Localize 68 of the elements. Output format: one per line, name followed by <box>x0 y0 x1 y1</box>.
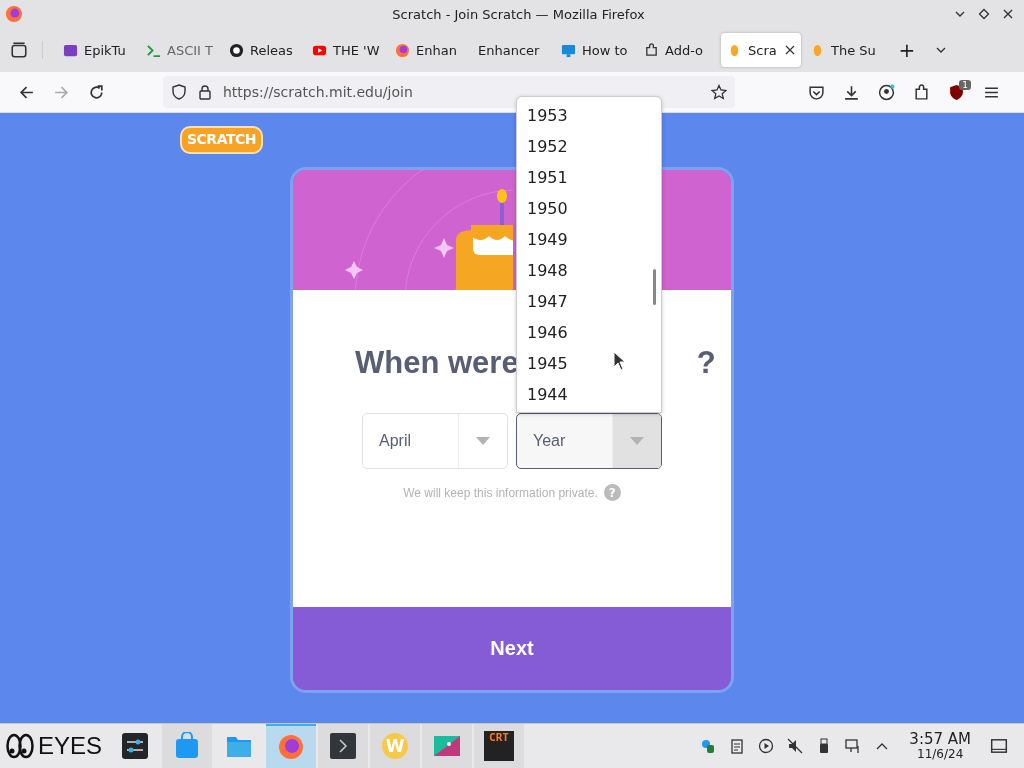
bookmark-star-icon[interactable] <box>711 84 727 100</box>
download-icon[interactable] <box>843 83 860 101</box>
window-title: Scratch - Join Scratch — Mozilla Firefox <box>391 6 646 22</box>
scrollbar-thumb[interactable] <box>653 269 656 305</box>
browser-tab[interactable]: Scra <box>721 33 801 67</box>
year-option[interactable]: 1951 <box>517 162 661 193</box>
year-option[interactable]: 1944 <box>517 379 661 410</box>
year-option[interactable]: 1947 <box>517 286 661 317</box>
year-option[interactable]: 1949 <box>517 224 661 255</box>
clipboard-icon[interactable] <box>729 738 746 754</box>
firefox-icon <box>5 5 23 23</box>
year-select[interactable]: Year <box>516 413 662 469</box>
browser-tab[interactable]: Enhancer <box>472 33 552 67</box>
next-button[interactable]: Next <box>293 607 731 690</box>
taskbar-app[interactable] <box>318 724 369 768</box>
browser-tab[interactable]: The Su <box>804 33 884 67</box>
close-icon[interactable] <box>1002 8 1014 20</box>
year-option[interactable]: 1946 <box>517 317 661 348</box>
mouse-pointer-icon <box>613 351 625 371</box>
year-option[interactable]: 1952 <box>517 131 661 162</box>
browser-tab[interactable]: How to <box>555 33 635 67</box>
privacy-note: We will keep this information private. <box>403 485 598 500</box>
launcher-button[interactable]: EYES <box>0 732 111 760</box>
lock-icon <box>197 84 213 100</box>
tab-list-icon[interactable] <box>10 41 43 59</box>
close-icon[interactable] <box>785 45 795 55</box>
play-icon[interactable] <box>758 738 775 754</box>
browser-tab[interactable]: Enhan <box>389 33 469 67</box>
app-icon <box>63 42 78 58</box>
caret-icon <box>476 437 490 445</box>
new-tab-button[interactable]: + <box>895 38 919 62</box>
chat-icon[interactable] <box>700 738 717 754</box>
maximize-icon[interactable] <box>978 8 990 20</box>
year-option[interactable]: 1948 <box>517 255 661 286</box>
year-option[interactable]: 1950 <box>517 193 661 224</box>
browser-tab[interactable]: Releas <box>223 33 303 67</box>
clock[interactable]: 3:57 AM 11/6/24 <box>909 731 971 761</box>
firefox-icon <box>277 733 306 761</box>
notification-badge: 1 <box>959 79 971 90</box>
terminal-icon <box>329 732 358 760</box>
shield-icon <box>171 84 187 100</box>
browser-tab[interactable]: EpikTu <box>57 33 137 67</box>
reload-icon[interactable] <box>88 83 105 101</box>
browser-tab[interactable]: THE 'W <box>306 33 386 67</box>
puzzle-icon <box>644 42 659 58</box>
puzzle-icon[interactable] <box>913 83 930 101</box>
browser-tab[interactable]: Add-o <box>638 33 718 67</box>
eyes-icon <box>6 733 34 759</box>
heading: ? <box>696 345 716 381</box>
prompt-icon <box>146 42 161 58</box>
app-icon: W <box>382 733 409 759</box>
caret-icon <box>630 437 644 445</box>
account-icon[interactable] <box>878 83 895 101</box>
browser-tab[interactable]: ASCII T <box>140 33 220 67</box>
sliders-icon <box>121 732 150 760</box>
show-desktop-icon[interactable] <box>990 737 1008 755</box>
firefox-icon <box>395 42 410 58</box>
app-icon: CRT <box>484 731 515 761</box>
shield-icon[interactable] <box>948 83 965 101</box>
address-bar[interactable]: https://scratch.mit.edu/join <box>163 76 735 108</box>
monitor-icon <box>561 42 576 58</box>
month-select[interactable]: April <box>362 413 508 469</box>
heading: When were <box>355 345 519 381</box>
muted-speaker-icon[interactable] <box>787 738 804 754</box>
network-icon[interactable] <box>845 738 862 754</box>
year-option[interactable]: 1945 <box>517 348 661 379</box>
pocket-icon[interactable] <box>808 83 825 101</box>
taskbar-app[interactable]: CRT <box>474 724 525 768</box>
